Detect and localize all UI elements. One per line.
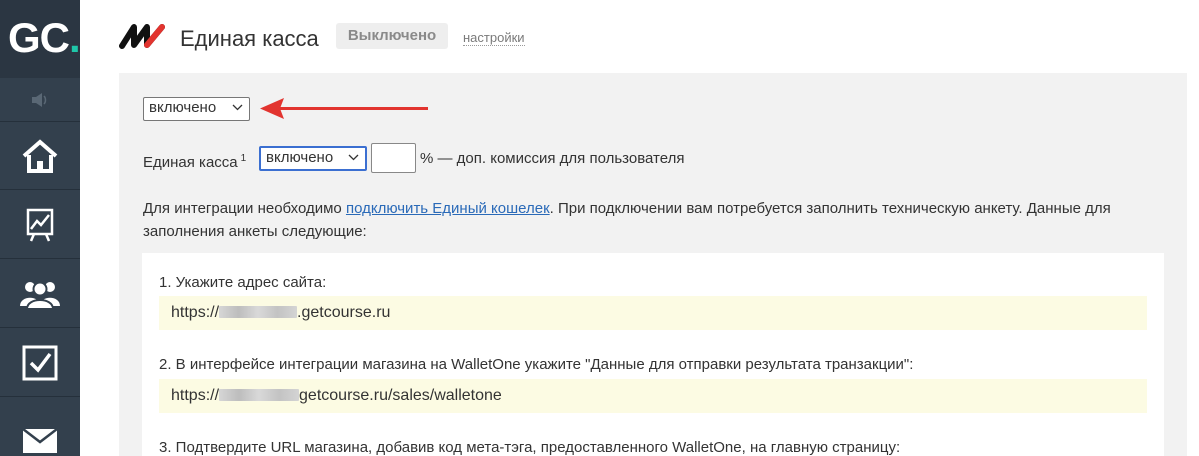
status-badge: Выключено <box>336 23 448 49</box>
enable-select[interactable]: включено <box>143 97 250 121</box>
chart-icon <box>26 208 54 241</box>
page-title: Единая касса <box>180 26 319 51</box>
step-2-label: 2. В интерфейсе интеграции магазина на W… <box>159 356 914 373</box>
connect-wallet-link[interactable]: подключить Единый кошелек <box>346 200 550 217</box>
redacted-text <box>219 306 298 318</box>
sidebar-item-stats[interactable] <box>0 191 80 259</box>
commission-suffix: % — доп. комиссия для пользователя <box>420 150 685 167</box>
commission-input[interactable] <box>371 143 416 173</box>
sidebar-item-home[interactable] <box>0 122 80 190</box>
kassa-select[interactable]: включено <box>259 146 367 171</box>
step-1-label: 1. Укажите адрес сайта: <box>159 274 327 291</box>
sidebar-item-mail[interactable] <box>0 398 80 456</box>
settings-link[interactable]: настройки <box>463 31 525 46</box>
enable-select-value: включено <box>149 99 217 116</box>
site-url-field[interactable]: https://.getcourse.ru <box>159 296 1147 330</box>
home-icon <box>22 138 58 173</box>
logo-text: GC. <box>8 14 81 61</box>
checkbox-icon <box>22 345 58 380</box>
envelope-icon <box>22 428 58 453</box>
chevron-down-icon <box>232 104 243 111</box>
sound-toggle[interactable] <box>0 78 80 122</box>
speaker-icon <box>32 92 47 107</box>
sidebar-item-users[interactable] <box>0 260 80 328</box>
step-3-label: 3. Подтвердите URL магазина, добавив код… <box>159 439 901 456</box>
arrow-pointer-icon <box>260 98 428 119</box>
sidebar: GC. <box>0 0 81 456</box>
result-url-field[interactable]: https://getcourse.ru/sales/walletone <box>159 379 1147 413</box>
sidebar-item-tasks[interactable] <box>0 329 80 397</box>
redacted-text <box>219 389 300 401</box>
intro-text: Для интеграции необходимо подключить Еди… <box>143 200 1111 240</box>
kassa-label: Единая касса 1 <box>143 153 247 171</box>
chevron-down-icon <box>348 154 359 161</box>
kassa-select-value: включено <box>266 149 334 166</box>
users-icon <box>20 281 60 310</box>
app-logo[interactable]: GC. <box>0 0 81 78</box>
walletone-logo-icon <box>119 24 165 49</box>
